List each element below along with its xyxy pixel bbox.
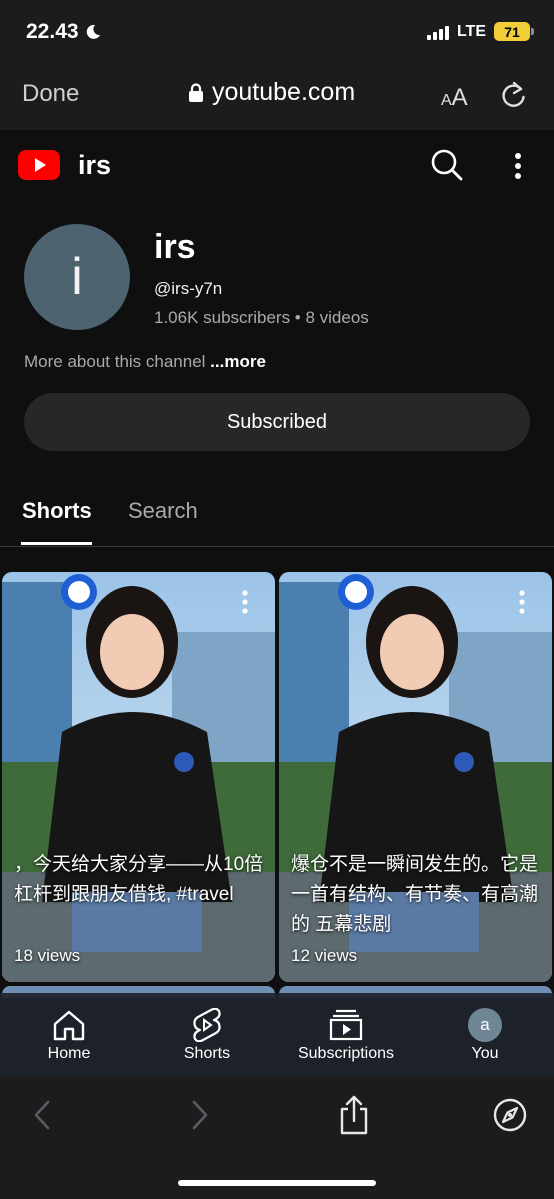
url-text: youtube.com: [212, 78, 356, 106]
reload-icon: [502, 81, 525, 107]
status-bar: 22.43 LTE 71: [0, 0, 554, 66]
search-icon: [431, 149, 463, 181]
moon-icon: [86, 24, 100, 39]
text-size-small-a: A: [441, 92, 452, 109]
status-indicators: LTE 71: [426, 22, 534, 41]
compass-icon: [493, 1098, 527, 1132]
text-size-big-a: A: [451, 84, 468, 111]
browser-open-button[interactable]: [492, 1097, 528, 1138]
youtube-bottom-nav: Home Shorts Subscriptions a You: [0, 993, 554, 1077]
done-button[interactable]: Done: [22, 80, 79, 108]
home-indicator[interactable]: [178, 1180, 376, 1186]
reload-button[interactable]: [500, 80, 528, 115]
address-bar[interactable]: youtube.com: [188, 78, 355, 107]
home-icon: [53, 1010, 85, 1041]
more-vert-icon: [242, 590, 248, 614]
youtube-header: irs: [0, 130, 554, 200]
short-card[interactable]: 爆仓不是一瞬间发生的。它是一首有结构、有节奏、有高潮的 五幕悲剧 12 view…: [279, 572, 552, 982]
battery-level: 71: [504, 23, 520, 40]
more-link[interactable]: ...more: [210, 352, 266, 371]
short-card[interactable]: ，今天给大家分享——从10倍杠杆到跟朋友借钱, #travel 18 views: [2, 572, 275, 982]
forward-button[interactable]: [188, 1099, 212, 1136]
more-vert-icon: [515, 153, 521, 179]
channel-avatar[interactable]: i: [24, 224, 130, 330]
nav-you-label: You: [471, 1045, 499, 1062]
short-views: 12 views: [291, 946, 358, 965]
short-options-button[interactable]: [514, 588, 530, 616]
nav-shorts[interactable]: Shorts: [168, 993, 246, 1077]
lock-icon: [189, 82, 203, 102]
short-options-button[interactable]: [237, 588, 253, 616]
back-button[interactable]: [30, 1099, 54, 1136]
share-icon: [340, 1095, 368, 1135]
short-thumbnail: [2, 572, 275, 982]
nav-subscriptions-label: Subscriptions: [297, 1045, 395, 1062]
nav-you[interactable]: a You: [446, 993, 524, 1077]
about-text: More about this channel: [24, 352, 211, 371]
browser-top-bar: Done youtube.com AA: [0, 66, 554, 130]
status-time-group: 22.43: [26, 20, 101, 44]
short-caption: ，今天给大家分享——从10倍杠杆到跟朋友借钱, #travel: [14, 854, 264, 905]
text-size-button[interactable]: AA: [441, 84, 468, 112]
forward-icon: [192, 1100, 208, 1130]
selected-tab-indicator: [21, 542, 92, 545]
channel-header-title: irs: [78, 150, 112, 180]
channel-name: irs: [154, 228, 196, 266]
network-type: LTE: [456, 22, 486, 40]
nav-home[interactable]: Home: [30, 993, 108, 1077]
channel-about-link[interactable]: More about this channel ...more: [24, 352, 266, 372]
shorts-icon: [193, 1008, 221, 1042]
subscribed-button[interactable]: Subscribed: [24, 393, 530, 451]
more-vert-icon: [519, 590, 525, 614]
battery-icon: 71: [494, 22, 534, 41]
channel-tabs: Shorts Search: [0, 480, 554, 547]
search-button[interactable]: [430, 148, 464, 187]
short-caption: 爆仓不是一瞬间发生的。它是一首有结构、有节奏、有高潮的 五幕悲剧: [291, 854, 539, 935]
channel-handle: @irs-y7n: [154, 279, 223, 298]
status-time: 22.43: [26, 20, 79, 43]
nav-shorts-label: Shorts: [183, 1045, 231, 1062]
nav-subscriptions[interactable]: Subscriptions: [290, 993, 402, 1077]
user-avatar: a: [468, 1008, 502, 1042]
youtube-logo[interactable]: [18, 150, 60, 185]
back-icon: [34, 1100, 50, 1130]
share-button[interactable]: [338, 1095, 370, 1140]
tab-shorts[interactable]: Shorts: [22, 498, 92, 524]
nav-home-label: Home: [47, 1045, 91, 1062]
tab-search[interactable]: Search: [128, 498, 198, 524]
more-options-button[interactable]: [508, 152, 528, 185]
youtube-play-icon: [18, 150, 60, 180]
short-views: 18 views: [14, 946, 81, 965]
signal-icon: [426, 24, 449, 40]
channel-stats: 1.06K subscribers • 8 videos: [154, 308, 369, 327]
subscriptions-icon: [329, 1009, 363, 1041]
